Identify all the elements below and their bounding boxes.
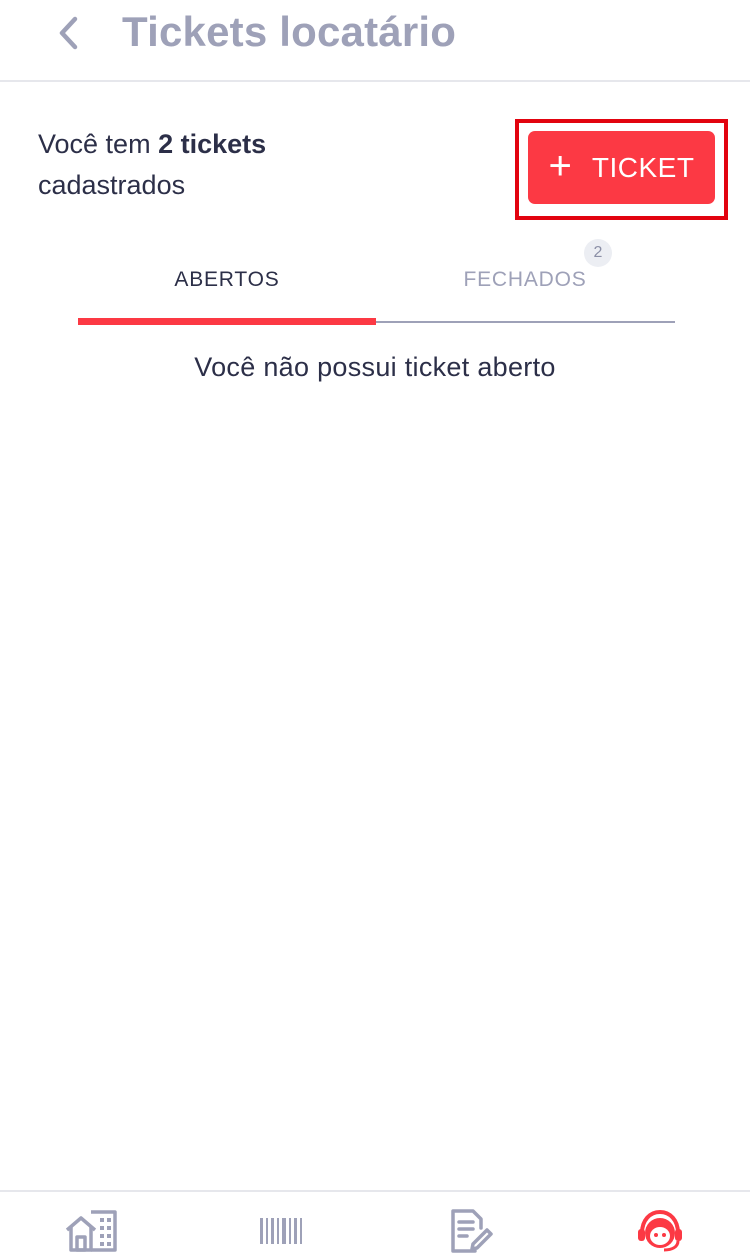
summary-count: 2 tickets (158, 129, 267, 159)
chevron-left-icon (59, 16, 78, 50)
support-agent-icon (638, 1209, 682, 1252)
tab-label: ABERTOS (174, 268, 280, 291)
bottom-nav (0, 1190, 750, 1260)
plus-icon: + (548, 143, 572, 188)
summary-prefix: Você tem (38, 129, 159, 159)
nav-barcode[interactable] (251, 1206, 311, 1256)
tickets-summary: Você tem 2 tickets cadastrados (38, 124, 358, 206)
tab-label: FECHADOS (463, 268, 587, 291)
new-ticket-button[interactable]: + TICKET (528, 131, 715, 204)
header: Tickets locatário (0, 0, 750, 82)
barcode-icon (260, 1218, 302, 1244)
nav-contract[interactable] (441, 1206, 501, 1256)
back-button[interactable] (48, 12, 88, 54)
contract-edit-icon (451, 1209, 493, 1253)
new-ticket-label: TICKET (591, 151, 695, 183)
tab-abertos[interactable]: ABERTOS (78, 238, 376, 322)
empty-state-message: Você não possui ticket aberto (194, 352, 556, 382)
page-title: Tickets locatário (122, 8, 457, 55)
tab-fechados[interactable]: FECHADOS (376, 238, 674, 322)
summary-suffix: cadastrados (38, 170, 186, 200)
nav-support[interactable] (630, 1206, 690, 1256)
active-tab-indicator (78, 318, 376, 325)
tabs: ABERTOS FECHADOS 2 (78, 238, 675, 326)
tab-count-badge: 2 (584, 239, 612, 267)
screen: Tickets locatário Você tem 2 tickets cad… (0, 0, 750, 1260)
nav-home[interactable] (61, 1206, 121, 1256)
building-home-icon (65, 1210, 117, 1252)
